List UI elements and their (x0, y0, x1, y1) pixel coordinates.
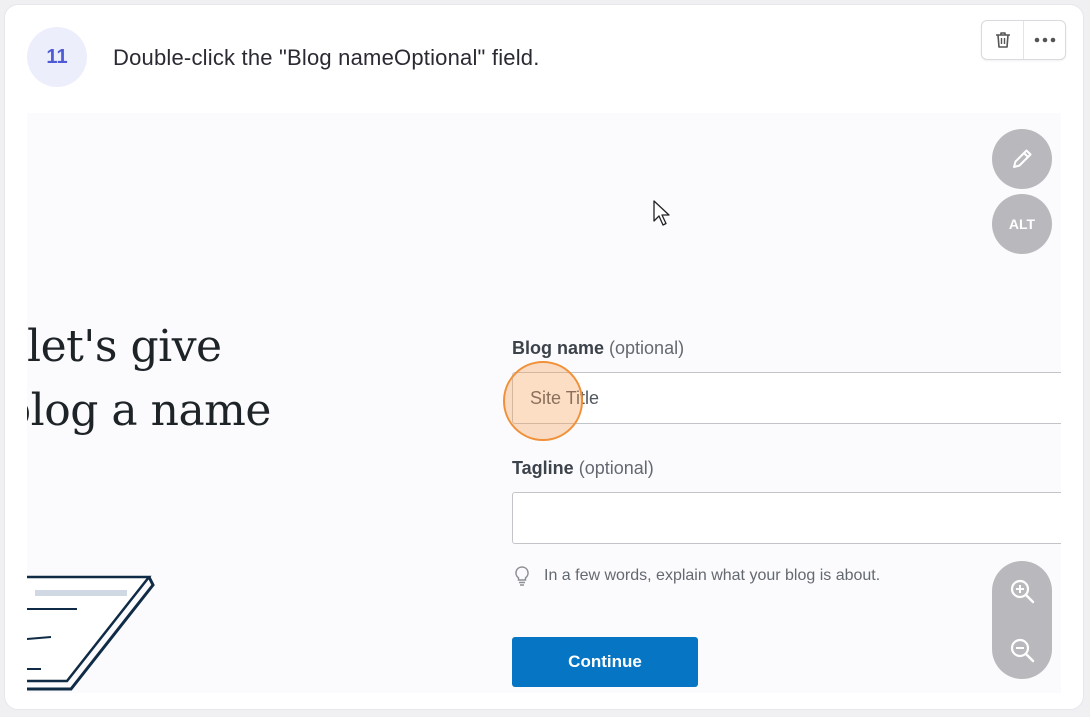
notebook-illustration (27, 575, 155, 691)
blog-name-label: Blog name (optional) (512, 338, 685, 358)
tagline-input[interactable] (512, 492, 1061, 544)
step-number: 11 (46, 45, 68, 68)
step-number-badge: 11 (27, 27, 87, 87)
step-instruction: Double-click the "Blog nameOptional" fie… (113, 45, 540, 70)
blog-name-input[interactable]: Site Title (512, 372, 1061, 424)
more-options-button[interactable] (1023, 21, 1065, 59)
alt-text-button[interactable]: ALT (992, 194, 1052, 254)
headline-line-1: let's give (27, 321, 222, 372)
tagline-hint: In a few words, explain what your blog i… (512, 565, 880, 587)
zoom-controls (992, 561, 1052, 679)
zoom-in-icon (1010, 579, 1035, 603)
continue-button[interactable]: Continue (512, 637, 698, 687)
step-screenshot: let's give blog a name Blog name (option… (27, 113, 1061, 693)
edit-screenshot-button[interactable] (992, 129, 1052, 189)
click-marker (503, 361, 583, 441)
delete-button[interactable] (982, 21, 1023, 59)
headline-line-2: blog a name (27, 385, 271, 436)
step-card: 11 Double-click the "Blog nameOptional" … (4, 4, 1084, 710)
mouse-cursor-icon (653, 200, 670, 226)
zoom-out-button[interactable] (992, 620, 1052, 679)
step-toolbar (981, 20, 1066, 60)
pencil-icon (1013, 149, 1032, 168)
lightbulb-icon (515, 566, 529, 586)
hint-text: In a few words, explain what your blog i… (544, 567, 881, 584)
alt-label: ALT (1008, 216, 1036, 232)
tagline-label: Tagline (optional) (512, 458, 654, 478)
more-dots-icon (1034, 37, 1055, 43)
trash-icon (995, 32, 1010, 48)
zoom-in-button[interactable] (992, 561, 1052, 620)
zoom-out-icon (1010, 638, 1035, 662)
